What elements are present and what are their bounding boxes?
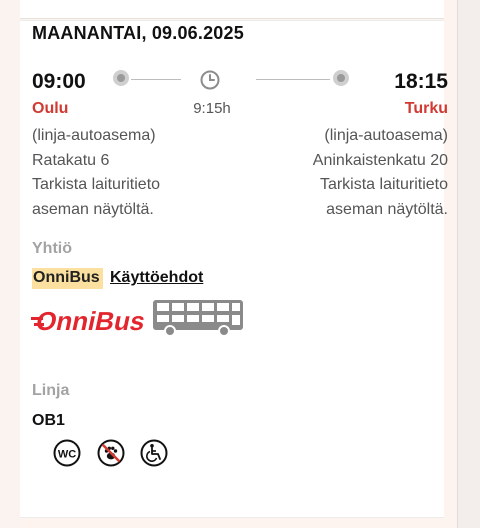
wc-icon-label: WC	[58, 449, 76, 461]
route-line-right	[256, 79, 330, 80]
departure-address: (linja-autoasema) Ratakatu 6 Tarkista la…	[32, 124, 160, 222]
departure-address-line: (linja-autoasema)	[32, 127, 156, 144]
arrival-stop-dot-icon	[333, 70, 349, 86]
no-pets-icon	[97, 439, 125, 467]
trip-date: MAANANTAI, 09.06.2025	[32, 23, 244, 43]
company-name-badge: OnniBus	[32, 268, 103, 289]
arrival-time: 18:15	[394, 70, 448, 93]
trip-duration: 9:15h	[193, 100, 231, 117]
previous-card	[20, 0, 444, 19]
company-heading: Yhtiö	[32, 240, 72, 257]
departure-address-line: aseman näytöltä.	[32, 200, 154, 218]
departure-stop-dot-icon	[113, 70, 129, 86]
scrollbar-track[interactable]	[457, 0, 480, 528]
line-heading: Linja	[32, 382, 70, 399]
departure-time: 09:00	[32, 70, 86, 93]
arrival-address-line: (linja-autoasema)	[324, 127, 448, 144]
onnibus-logo-text: OnniBus	[33, 306, 148, 336]
departure-address-line: Ratakatu 6	[32, 151, 110, 169]
page-background	[0, 0, 20, 528]
line-code: OB1	[32, 412, 65, 429]
arrival-address-line: aseman näytöltä.	[326, 200, 448, 218]
onnibus-logo: OnniBus	[31, 306, 148, 336]
arrival-address: (linja-autoasema) Aninkaistenkatu 20 Tar…	[313, 124, 448, 222]
wheelchair-icon	[140, 439, 168, 467]
arrival-address-line: Aninkaistenkatu 20	[312, 151, 448, 169]
route-line-left	[131, 79, 181, 80]
clock-icon	[200, 70, 220, 90]
wc-icon: WC	[53, 439, 81, 467]
terms-of-use-link[interactable]: Käyttöehdot	[110, 269, 203, 287]
arrival-address-line: Tarkista laituritieto	[319, 176, 448, 193]
departure-address-line: Tarkista laituritieto	[32, 176, 161, 193]
arrival-city: Turku	[404, 100, 448, 117]
double-decker-bus-icon	[153, 300, 243, 337]
departure-city: Oulu	[32, 100, 69, 117]
